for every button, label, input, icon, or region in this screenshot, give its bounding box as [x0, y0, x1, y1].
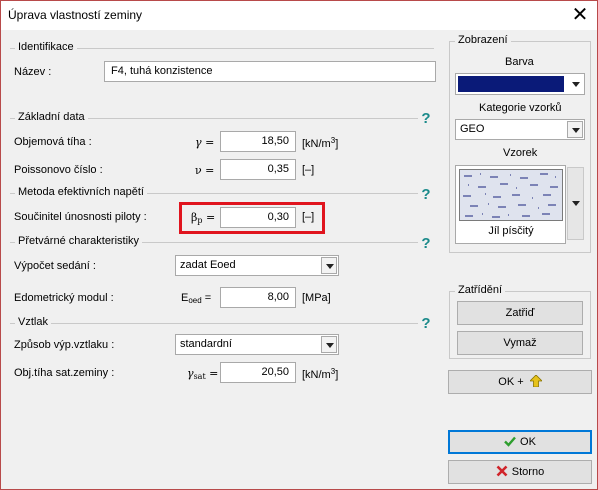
oedometric-unit: [MPa]	[302, 292, 331, 304]
x-icon	[496, 465, 508, 477]
sample-label: Vzorek	[503, 147, 538, 159]
ok-plus-button[interactable]: OK +	[448, 370, 592, 394]
category-selected: GEO	[460, 123, 485, 135]
help-icon-metoda[interactable]: ?	[419, 187, 433, 203]
help-icon-pretvarne[interactable]: ?	[419, 236, 433, 252]
help-icon-zakladni-data[interactable]: ?	[419, 111, 433, 127]
sat-weight-input[interactable]: 20,50	[220, 362, 296, 383]
ok-label: OK	[520, 436, 536, 448]
category-label: Kategorie vzorků	[479, 102, 562, 114]
check-icon	[504, 436, 516, 447]
settlement-label: Výpočet sedání :	[14, 260, 96, 272]
settlement-select[interactable]: zadat Eoed	[175, 255, 339, 276]
zakladni-data-title: Základní data	[15, 111, 88, 123]
chevron-down-icon[interactable]	[321, 257, 337, 274]
oedometric-input[interactable]: 8,00	[220, 287, 296, 308]
pile-coef-label: Součinitel únosnosti piloty :	[14, 211, 147, 223]
oedometric-label: Edometrický modul :	[14, 292, 114, 304]
chevron-down-icon[interactable]	[321, 336, 337, 353]
pretvarne-title: Přetvárné charakteristiky	[15, 235, 143, 247]
color-label: Barva	[505, 56, 534, 68]
cancel-button[interactable]: Storno	[448, 460, 592, 484]
metoda-title: Metoda efektivních napětí	[15, 186, 147, 198]
settlement-selected: zadat Eoed	[180, 259, 236, 271]
sample-pattern	[459, 169, 563, 221]
buoyancy-method-selected: standardní	[180, 338, 232, 350]
pile-coef-input[interactable]: 0,30	[220, 207, 296, 228]
vztlak-title: Vztlak	[15, 316, 51, 328]
zatrideni-title: Zatřídění	[455, 284, 506, 296]
unit-weight-input[interactable]: 18,50	[220, 131, 296, 152]
clay-sand-hatch-icon	[463, 173, 558, 218]
poisson-input[interactable]: 0,35	[220, 159, 296, 180]
unit-weight-label: Objemová tíha :	[14, 136, 92, 148]
sat-weight-label: Obj.tíha sat.zeminy :	[14, 367, 115, 379]
arrow-up-icon	[528, 374, 543, 388]
ok-button[interactable]: OK	[448, 430, 592, 454]
classify-button[interactable]: Zatřiď	[457, 301, 583, 325]
sample-preview[interactable]: Jíl písčitý	[455, 165, 566, 244]
vztlak-divider	[10, 323, 418, 324]
sample-dropdown-arrow[interactable]	[567, 167, 584, 240]
zobrazeni-title: Zobrazení	[455, 34, 511, 46]
color-swatch	[458, 76, 564, 92]
sample-name: Jíl písčitý	[488, 225, 534, 237]
help-icon-vztlak[interactable]: ?	[419, 316, 433, 332]
ok-plus-label: OK +	[498, 376, 524, 388]
sat-weight-symbol: γsat =	[187, 367, 219, 381]
chevron-down-icon[interactable]	[567, 121, 583, 138]
name-label: Název :	[14, 66, 52, 78]
sat-weight-unit: [kN/m3]	[302, 367, 339, 381]
unit-weight-symbol: γ =	[195, 136, 215, 149]
poisson-unit: [–]	[302, 164, 315, 176]
buoyancy-method-label: Způsob výp.vztlaku :	[14, 339, 115, 351]
buoyancy-method-select[interactable]: standardní	[175, 334, 339, 355]
delete-button[interactable]: Vymaž	[457, 331, 583, 355]
title-bar: Úprava vlastností zeminy ✕	[1, 1, 597, 30]
dialog-window: Úprava vlastností zeminy ✕ Identifikace …	[0, 0, 598, 490]
pile-coef-unit: [–]	[302, 211, 315, 223]
chevron-down-icon[interactable]	[567, 75, 583, 92]
poisson-symbol: ν =	[195, 164, 215, 177]
poisson-label: Poissonovo číslo :	[14, 164, 103, 176]
color-select[interactable]	[455, 73, 585, 95]
identifikace-title: Identifikace	[15, 41, 77, 53]
name-input[interactable]: F4, tuhá konzistence	[104, 61, 436, 82]
close-icon[interactable]: ✕	[565, 1, 595, 29]
oedometric-symbol: Eoed =	[181, 292, 212, 305]
cancel-label: Storno	[511, 466, 545, 478]
pile-coef-symbol: βp =	[191, 211, 216, 225]
unit-weight-unit: [kN/m3]	[302, 136, 339, 150]
category-select[interactable]: GEO	[455, 119, 585, 140]
window-title: Úprava vlastností zeminy	[8, 8, 143, 22]
